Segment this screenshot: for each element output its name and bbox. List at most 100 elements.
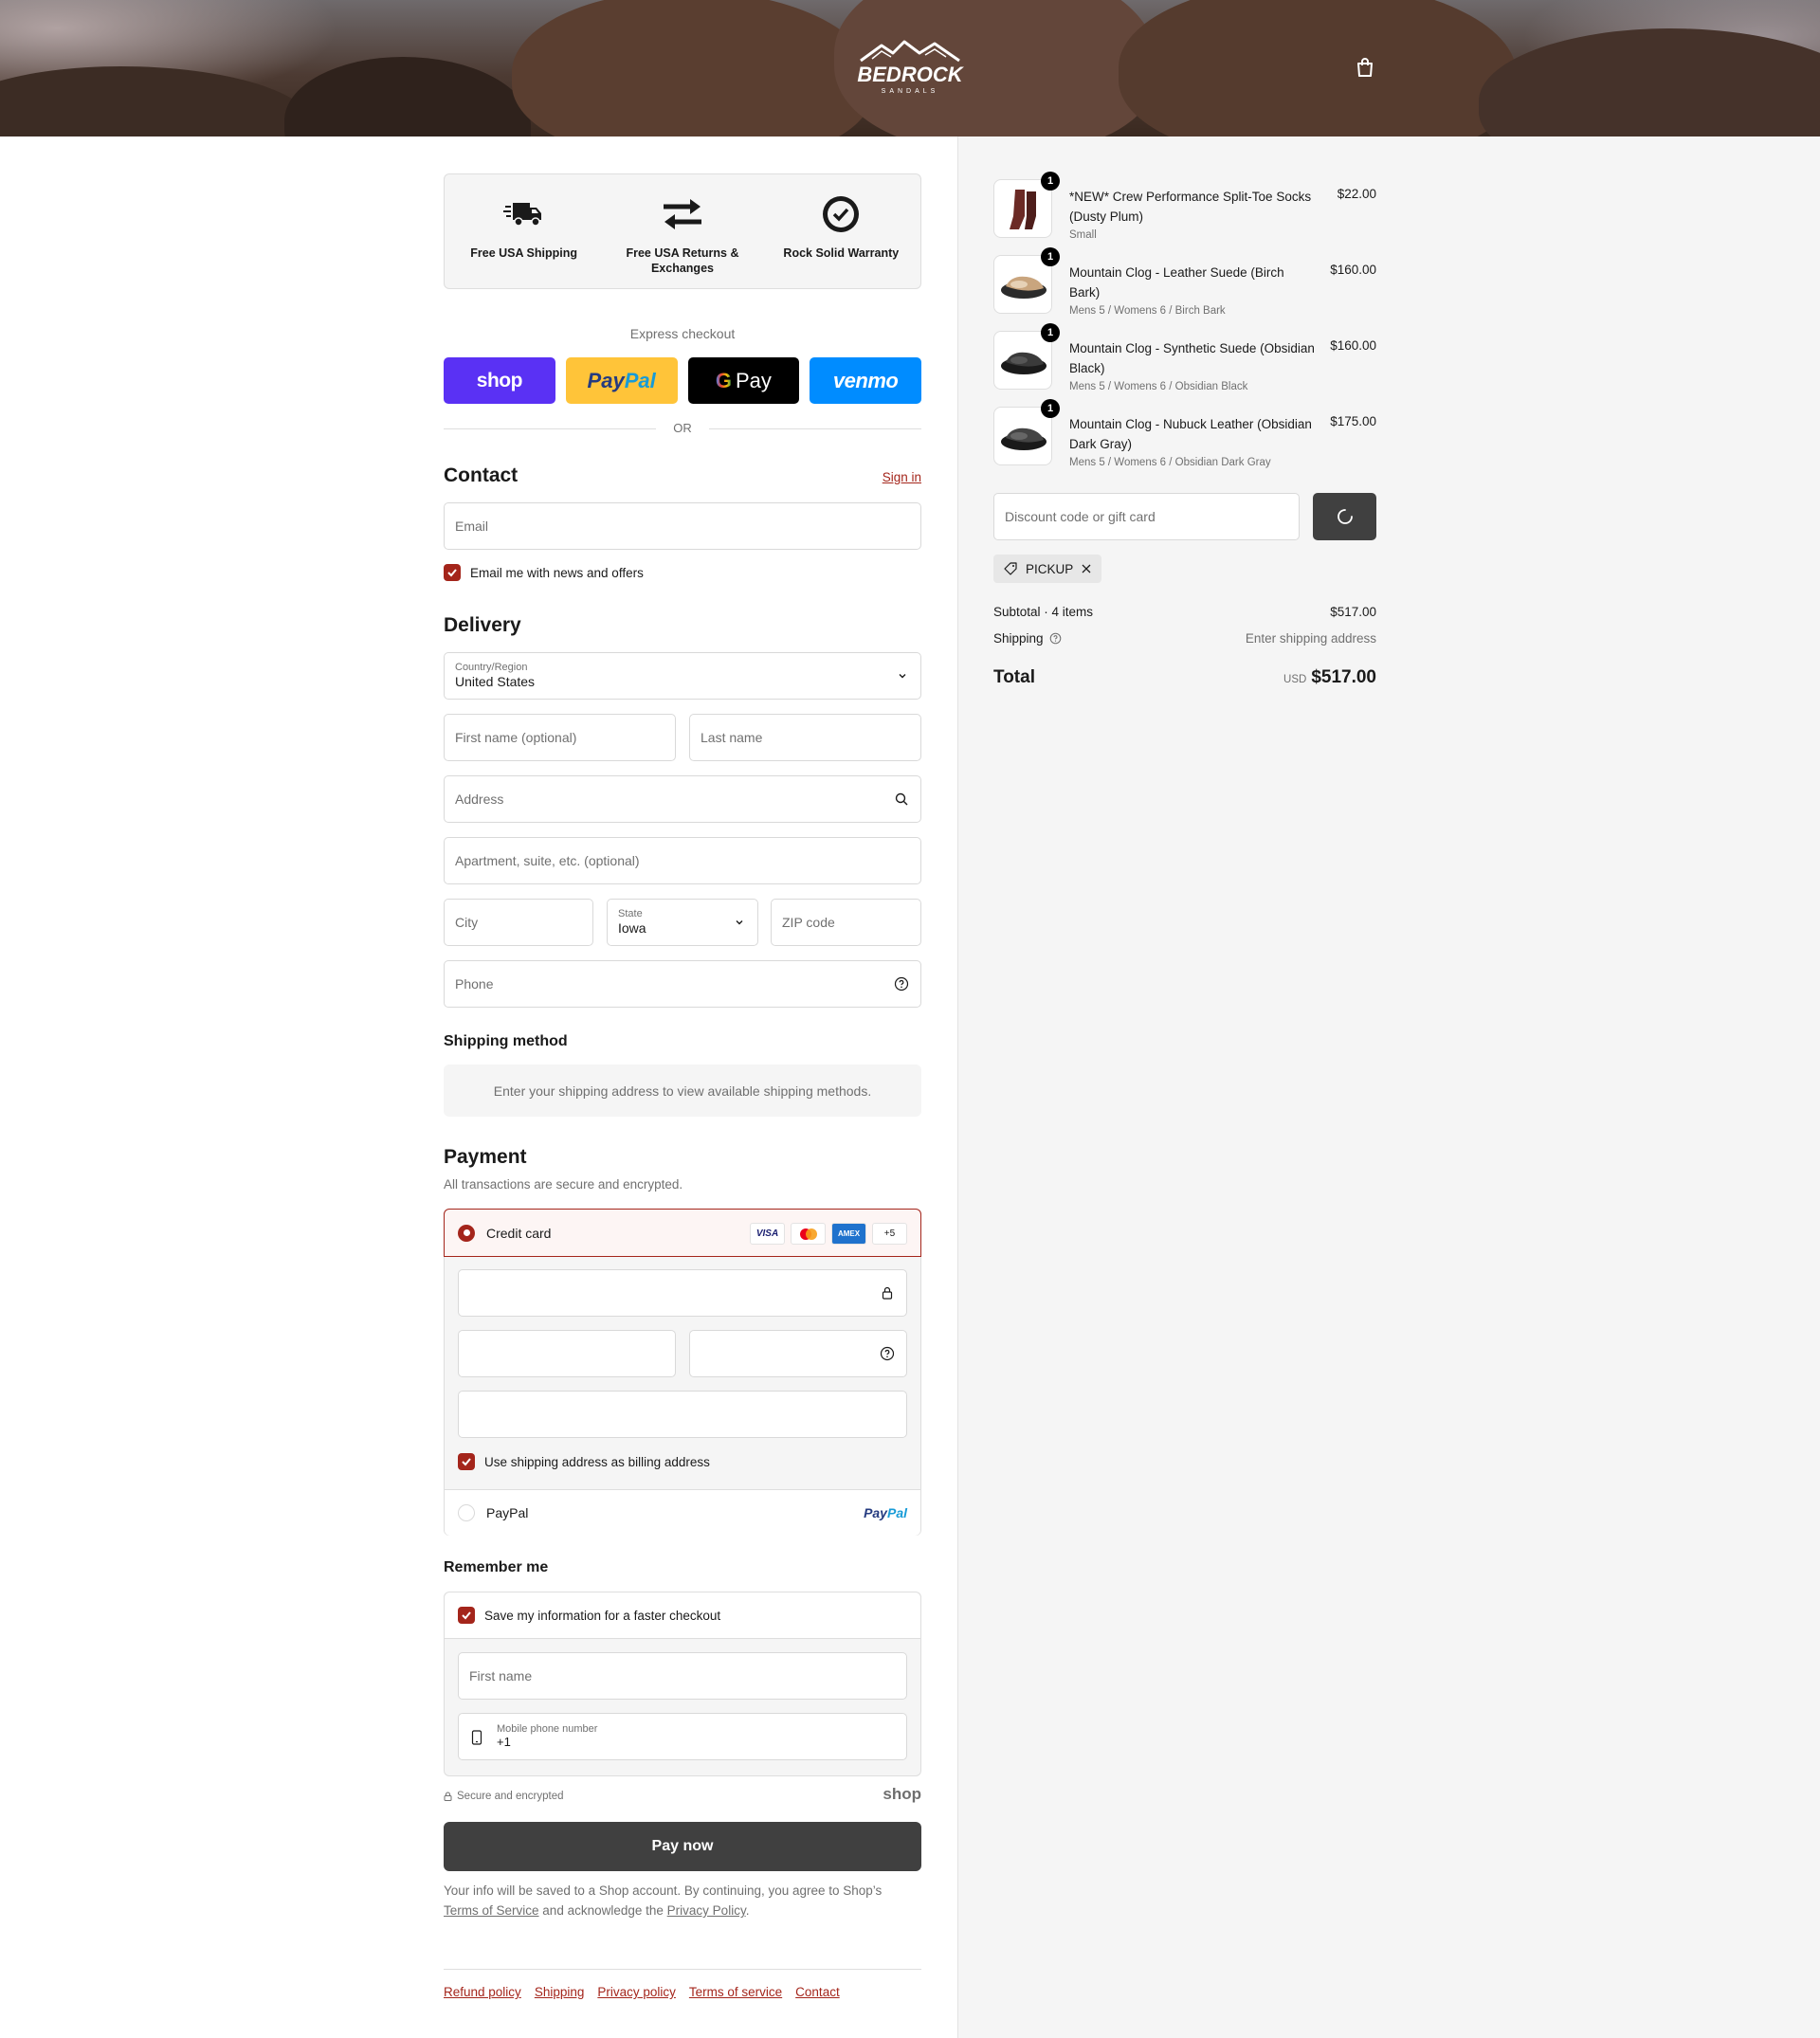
google-pay-button[interactable]: G Pay [687, 357, 800, 404]
remember-me-header: Save my information for a faster checkou… [445, 1592, 920, 1639]
remember-first-name-field[interactable]: First name [458, 1652, 907, 1700]
payment-methods: Credit card VISA AMEX +5 Use shipping ad… [444, 1209, 921, 1536]
country-select[interactable]: Country/Region United States [444, 652, 921, 700]
features-box: Free USA Shipping Free USA Returns & Exc… [444, 173, 921, 289]
apartment-placeholder: Apartment, suite, etc. (optional) [455, 853, 640, 868]
paypal-logo: Pay [587, 368, 625, 392]
legal-text-part: . [745, 1903, 750, 1918]
paypal-express-button[interactable]: Pay Pal [565, 357, 678, 404]
discount-code-label: PICKUP [1026, 561, 1074, 576]
paypal-logo: PayPal [864, 1505, 907, 1520]
legal-text: Your info will be saved to a Shop accoun… [444, 1881, 921, 1920]
checkbox-checked[interactable] [444, 564, 461, 581]
privacy-policy-link[interactable]: Privacy Policy [667, 1903, 746, 1918]
paypal-option[interactable]: PayPal PayPal [445, 1489, 920, 1536]
product-thumbnail: 1 [993, 323, 1060, 390]
exchange-arrows-icon [663, 199, 701, 229]
radio-unselected[interactable] [458, 1504, 475, 1521]
checkbox-checked[interactable] [458, 1453, 475, 1470]
paypal-logo-part: Pal [624, 368, 656, 392]
discount-code-input[interactable]: Discount code or gift card [993, 493, 1300, 540]
address-field[interactable]: Address [444, 775, 921, 823]
help-circle-icon[interactable] [894, 976, 909, 992]
card-number-field[interactable] [458, 1269, 907, 1317]
zip-placeholder: ZIP code [782, 915, 835, 930]
credit-card-label: Credit card [486, 1225, 552, 1241]
total-row: Total USD $517.00 [993, 667, 1376, 688]
state-label: State [618, 907, 643, 919]
svg-text:BEDROCK: BEDROCK [857, 63, 964, 86]
visa-icon: VISA [750, 1223, 785, 1245]
venmo-button[interactable]: venmo [810, 357, 921, 404]
apartment-field[interactable]: Apartment, suite, etc. (optional) [444, 837, 921, 884]
sign-in-link[interactable]: Sign in [883, 470, 921, 484]
state-value: Iowa [618, 919, 646, 936]
line-item: 1 *NEW* Crew Performance Split-Toe Socks… [993, 172, 1376, 242]
phone-field[interactable]: Phone [444, 960, 921, 1008]
first-name-field[interactable]: First name (optional) [444, 714, 676, 761]
city-placeholder: City [455, 915, 479, 930]
credit-card-option[interactable]: Credit card VISA AMEX +5 [444, 1209, 921, 1257]
card-expiry-field[interactable] [458, 1330, 676, 1377]
clog-image [1001, 276, 1046, 299]
address-placeholder: Address [455, 792, 504, 807]
close-icon[interactable] [1081, 563, 1092, 574]
footer-link-refund-policy[interactable]: Refund policy [444, 1985, 521, 1999]
cart-icon[interactable] [1356, 57, 1374, 78]
feature-warranty: Rock Solid Warranty [762, 174, 920, 288]
remember-first-name-placeholder: First name [469, 1668, 533, 1683]
footer-link-privacy-policy[interactable]: Privacy policy [597, 1985, 676, 1999]
header-banner: BEDROCK SANDALS [0, 0, 1820, 136]
footer-link-contact[interactable]: Contact [795, 1985, 840, 1999]
newsletter-checkbox[interactable]: Email me with news and offers [444, 564, 644, 581]
footer-link-terms-of-service[interactable]: Terms of service [689, 1985, 782, 1999]
mobile-phone-field[interactable]: Mobile phone number +1 [458, 1713, 907, 1760]
amex-icon: AMEX [831, 1223, 866, 1245]
or-divider: OR [444, 421, 921, 436]
terms-of-service-link[interactable]: Terms of Service [444, 1903, 539, 1918]
shop-pay-button[interactable]: shop [444, 357, 555, 404]
help-circle-icon[interactable] [880, 1346, 895, 1361]
payment-subtitle: All transactions are secure and encrypte… [444, 1177, 683, 1192]
socks-image [1010, 190, 1036, 229]
country-label: Country/Region [455, 661, 528, 673]
billing-same-checkbox[interactable]: Use shipping address as billing address [458, 1453, 710, 1470]
total-label: Total [993, 667, 1035, 687]
feature-free-shipping: Free USA Shipping [445, 174, 603, 288]
mastercard-icon [791, 1223, 826, 1245]
help-circle-icon[interactable] [1049, 632, 1062, 645]
chevron-down-icon [736, 920, 743, 925]
shipping-row: Shipping Enter shipping address [993, 631, 1376, 646]
item-variant: Mens 5 / Womens 6 / Obsidian Dark Gray [1069, 457, 1271, 468]
clog-image [1001, 352, 1046, 374]
badge-check-icon [823, 196, 860, 232]
loading-spinner-icon [1337, 509, 1353, 524]
mobile-phone-icon [471, 1730, 482, 1745]
brand-logo[interactable]: BEDROCK SANDALS [844, 38, 976, 99]
radio-selected[interactable] [458, 1224, 475, 1242]
last-name-field[interactable]: Last name [689, 714, 921, 761]
total-value: $517.00 [1311, 667, 1376, 687]
card-cvv-field[interactable] [689, 1330, 907, 1377]
shipping-value: Enter shipping address [1245, 631, 1376, 646]
item-title: Mountain Clog - Nubuck Leather (Obsidian… [1069, 417, 1312, 451]
checkbox-checked[interactable] [458, 1607, 475, 1624]
item-variant: Small [1069, 229, 1097, 241]
secure-label: Secure and encrypted [457, 1791, 564, 1802]
apply-discount-button[interactable] [1313, 493, 1376, 540]
save-info-label: Save my information for a faster checkou… [484, 1608, 721, 1623]
country-value: United States [455, 673, 536, 689]
city-field[interactable]: City [444, 899, 593, 946]
shipping-label-group: Shipping [993, 631, 1062, 646]
remember-me-box: Save my information for a faster checkou… [444, 1592, 921, 1776]
legal-text-part: Your info will be saved to a Shop accoun… [444, 1883, 883, 1898]
state-select[interactable]: State Iowa [607, 899, 758, 946]
email-field[interactable]: Email [444, 502, 921, 550]
save-info-checkbox[interactable]: Save my information for a faster checkou… [458, 1607, 720, 1624]
discount-placeholder: Discount code or gift card [1005, 509, 1156, 524]
zip-field[interactable]: ZIP code [771, 899, 921, 946]
pay-now-button[interactable]: Pay now [444, 1822, 921, 1871]
card-name-field[interactable] [458, 1391, 907, 1438]
mobile-value: +1 [497, 1734, 511, 1749]
footer-link-shipping[interactable]: Shipping [535, 1985, 585, 1999]
